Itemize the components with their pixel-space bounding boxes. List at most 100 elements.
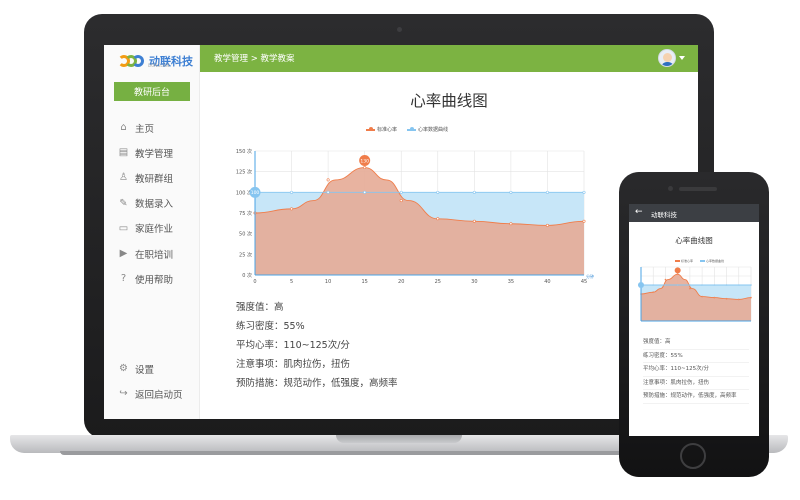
- page-title: 心率曲线图: [410, 92, 488, 110]
- standard-point: [689, 287, 691, 290]
- sidebar-item-data-entry[interactable]: ✎ 数据录入: [117, 191, 173, 216]
- y-tick-label: 75 次: [239, 210, 252, 217]
- legend-swatch-standard: [366, 127, 375, 131]
- logo: 动联科技: [118, 51, 193, 71]
- laptop-camera: [397, 27, 402, 32]
- mobile-info-density: 练习密度：55%: [643, 350, 749, 363]
- data-point: [676, 284, 679, 286]
- research-admin-button[interactable]: 教研后台: [114, 82, 190, 101]
- sidebar-item-teaching[interactable]: ▤ 教学管理: [117, 140, 173, 165]
- heart-rate-chart: 0 次25 次50 次75 次100 次125 次150 次0 5 10 15 20 25…: [236, 148, 594, 285]
- brand-sub: DONGLIAN: [148, 63, 170, 68]
- mobile-info-list: 强度值：高 练习密度：55% 平均心率：110~125次/分 注意事项：肌肉拉伤…: [643, 336, 749, 404]
- info-intensity: 强度值：高: [236, 302, 284, 313]
- x-tick-label: 35: [508, 279, 514, 285]
- chevron-down-icon[interactable]: [679, 56, 685, 60]
- mobile-page-title: 心率曲线图: [675, 236, 713, 245]
- data-point: [509, 190, 513, 194]
- standard-point: [701, 295, 703, 298]
- chart-legend: 标准心率 心率数据曲线: [364, 126, 448, 133]
- phone-screen: ← 动联科技 心率曲线图 标准心率 心率数据曲线 强度值：高 练习密度：55% …: [629, 204, 759, 436]
- mobile-info-avg-heart-rate: 平均心率：110~125次/分: [643, 363, 749, 377]
- x-tick-label: 0: [253, 279, 256, 285]
- marker-bubble: [674, 267, 681, 274]
- sidebar-item-label: 返回启动页: [135, 389, 183, 401]
- standard-point: [750, 296, 752, 299]
- avatar[interactable]: [658, 49, 676, 67]
- mobile-info-precautions: 注意事项：肌肉拉伤，扭伤: [643, 377, 749, 390]
- logo-mark-icon: [118, 53, 146, 69]
- x-tick-label: 5: [290, 279, 293, 285]
- sidebar-menu: ⌂ 主页 ▤ 教学管理 ♙ 教研群组 ✎ 数据录入 ▭ 家庭作业 ▶ 在职培训 ? 使用帮助: [117, 115, 173, 291]
- standard-point: [472, 219, 476, 223]
- phone-home-button[interactable]: [680, 443, 706, 469]
- info-avg-heart-rate: 平均心率：110~125次/分: [236, 340, 350, 351]
- back-arrow-icon[interactable]: ←: [635, 207, 643, 217]
- sidebar-item-homework[interactable]: ▭ 家庭作业: [117, 216, 173, 241]
- sidebar-item-home[interactable]: ⌂ 主页: [117, 115, 173, 140]
- standard-point: [399, 199, 403, 203]
- mobile-heart-rate-chart: [637, 266, 752, 322]
- legend-swatch-data: [407, 127, 417, 131]
- sidebar-item-training[interactable]: ▶ 在职培训: [117, 241, 173, 266]
- x-tick-label: 40: [544, 279, 550, 285]
- sidebar-item-groups[interactable]: ♙ 教研群组: [117, 165, 173, 190]
- data-point: [290, 190, 294, 194]
- marker-label: 130: [360, 158, 369, 164]
- sidebar-item-label: 主页: [135, 123, 155, 135]
- data-point: [664, 284, 667, 286]
- legend-label-data: 心率数据曲线: [418, 127, 449, 133]
- x-tick-label: 15: [361, 279, 367, 285]
- mobile-info-prevention: 预防措施：规范动作，低强度，高频率: [643, 390, 749, 404]
- sidebar-item-label: 教研群组: [135, 173, 174, 185]
- standard-point: [652, 291, 655, 294]
- y-tick-label: 125 次: [236, 169, 252, 176]
- data-point: [472, 190, 476, 194]
- sidebar-item-label: 家庭作业: [135, 224, 174, 236]
- sidebar-item-label: 使用帮助: [135, 274, 174, 286]
- sidebar: 动联科技 DONGLIAN 教研后台 ⌂ 主页 ▤ 教学管理 ♙ 教研群组 ✎ 数据录入…: [104, 45, 200, 419]
- home-icon: ⌂: [120, 122, 127, 134]
- data-point: [363, 190, 367, 194]
- sidebar-bottom-menu: ⚙ 设置 ↪ 返回启动页: [117, 356, 183, 406]
- sidebar-item-label: 在职培训: [135, 249, 174, 261]
- data-point: [737, 284, 740, 286]
- y-tick-label: 150 次: [236, 148, 252, 155]
- phone-speaker: [679, 187, 717, 191]
- data-point: [725, 284, 728, 286]
- data-point: [689, 284, 691, 286]
- phone-camera: [668, 186, 673, 191]
- standard-point: [509, 222, 513, 226]
- sidebar-item-label: 教学管理: [135, 148, 174, 160]
- data-point: [750, 284, 752, 286]
- y-tick-label: 25 次: [239, 251, 252, 258]
- x-tick-label: 10: [325, 279, 331, 285]
- standard-point: [737, 298, 740, 301]
- sidebar-item-help[interactable]: ? 使用帮助: [117, 266, 173, 291]
- marker-label: 100: [251, 190, 260, 196]
- standard-point: [713, 296, 716, 299]
- data-point: [652, 284, 655, 286]
- standard-point: [664, 278, 667, 281]
- video-icon: ▶: [119, 248, 128, 260]
- sidebar-item-back-to-start[interactable]: ↪ 返回启动页: [117, 381, 183, 406]
- info-density: 练习密度：55%: [236, 321, 305, 332]
- topbar: 教学管理 > 教学教案: [200, 45, 698, 72]
- mobile-header: ← 动联科技: [629, 204, 759, 222]
- data-point: [545, 190, 549, 194]
- printer-icon: ▤: [118, 147, 129, 159]
- laptop-notch: [336, 435, 462, 443]
- standard-point: [582, 219, 586, 223]
- mobile-legend-data: 心率数据曲线: [706, 259, 725, 263]
- standard-point: [725, 297, 728, 300]
- legend-label-standard: 标准心率: [377, 127, 398, 133]
- edit-icon: ✎: [119, 197, 128, 209]
- mobile-chart-legend: 标准心率 心率数据曲线: [673, 259, 724, 263]
- x-tick-label: 20: [398, 279, 404, 285]
- sidebar-item-settings[interactable]: ⚙ 设置: [117, 356, 183, 381]
- standard-point: [436, 217, 440, 221]
- breadcrumb[interactable]: 教学管理 > 教学教案: [214, 52, 295, 64]
- data-point: [436, 190, 440, 194]
- marker-bubble: [637, 281, 645, 289]
- mobile-info-intensity: 强度值：高: [643, 336, 749, 350]
